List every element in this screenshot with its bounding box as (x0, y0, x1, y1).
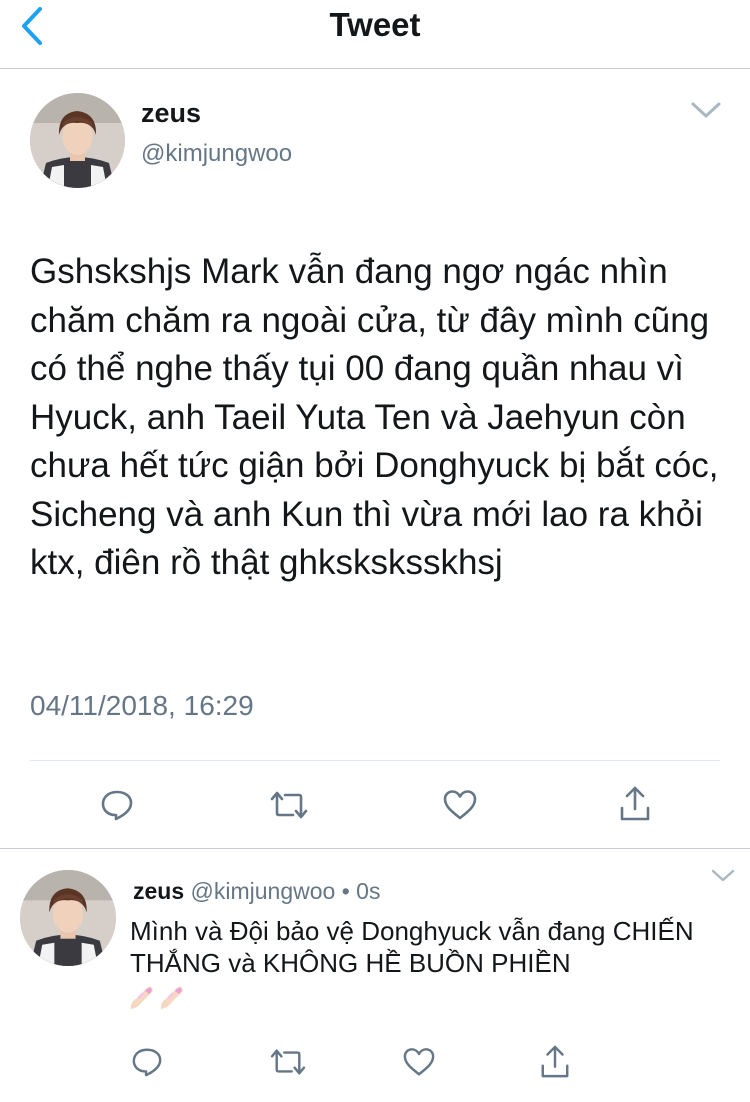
section-divider (0, 848, 750, 849)
reply-text: Mình và Đội bảo vệ Donghyuck vẫn đang CH… (130, 916, 694, 978)
heart-icon (443, 790, 477, 820)
retweet-icon (270, 791, 308, 819)
user-name[interactable]: zeus (141, 98, 201, 129)
reply-reply-button[interactable] (130, 1045, 164, 1079)
nail-polish-emoji (128, 982, 186, 1012)
nail-polish-emoji-icon (160, 986, 183, 1009)
chevron-down-icon (691, 102, 721, 118)
page-title: Tweet (329, 6, 421, 43)
reply-user-handle[interactable]: @kimjungwoo (191, 878, 336, 904)
more-options-button[interactable] (690, 100, 722, 120)
reply-retweet-button[interactable] (268, 1045, 308, 1079)
retweet-button[interactable] (268, 786, 310, 824)
reply-icon (132, 1048, 162, 1077)
reply-separator: • (341, 878, 350, 904)
share-icon (620, 786, 650, 821)
like-button[interactable] (441, 786, 479, 824)
tweet-text: Gshskshjs Mark vẫn đang ngơ ngác nhìn ch… (30, 252, 719, 582)
avatar[interactable] (30, 93, 125, 188)
divider (30, 760, 720, 761)
user-handle[interactable]: @kimjungwoo (141, 140, 292, 168)
reply-header: zeus @kimjungwoo • 0s (133, 878, 380, 905)
nail-polish-emoji-icon (130, 986, 153, 1009)
share-button[interactable] (616, 784, 654, 824)
reply-user-name[interactable]: zeus (133, 878, 184, 904)
reply-more-options-button[interactable] (710, 868, 736, 884)
reply-like-button[interactable] (401, 1045, 437, 1079)
reply-button[interactable] (98, 786, 136, 824)
retweet-icon (270, 1049, 306, 1075)
reply-time: 0s (356, 878, 381, 904)
chevron-down-icon (711, 869, 735, 882)
heart-icon (403, 1048, 435, 1076)
reply-avatar[interactable] (20, 870, 116, 966)
share-icon (541, 1045, 569, 1078)
reply-icon (101, 790, 133, 821)
reply-share-button[interactable] (537, 1043, 573, 1081)
tweet-timestamp: 04/11/2018, 16:29 (30, 690, 254, 721)
navigation-bar: Tweet (0, 0, 750, 69)
